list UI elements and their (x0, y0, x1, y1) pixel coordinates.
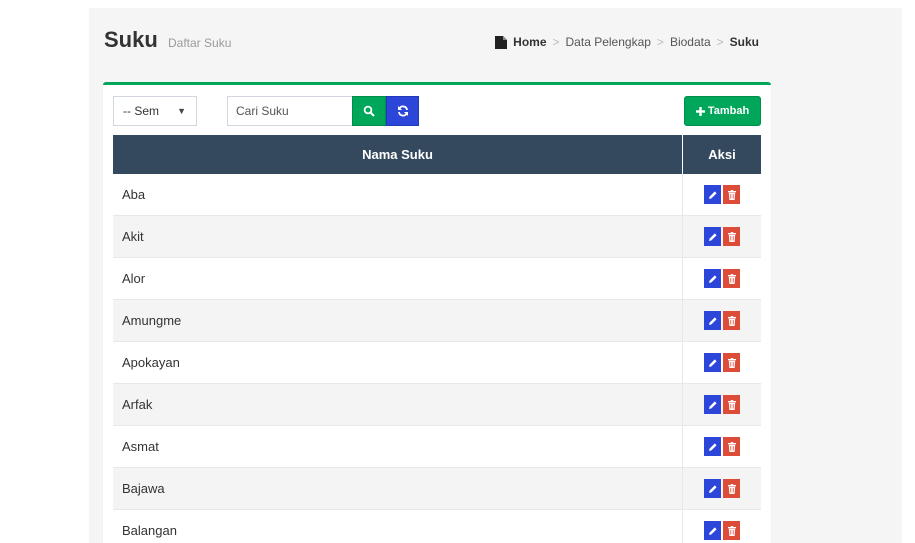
search-input[interactable]: Cari Suku (227, 96, 353, 126)
pencil-icon (708, 358, 717, 367)
trash-icon (727, 441, 736, 452)
pencil-icon (708, 442, 717, 451)
suku-table: Nama Suku Aksi Aba Akit Alor Amungme Apo… (113, 135, 761, 543)
plus-icon (695, 106, 705, 116)
caret-down-icon: ▼ (177, 106, 186, 116)
column-header-nama-suku[interactable]: Nama Suku (113, 135, 683, 174)
action-cell (683, 468, 761, 509)
trash-icon (727, 357, 736, 368)
suku-name-cell: Aba (113, 174, 683, 215)
edit-button[interactable] (704, 479, 721, 498)
table-row: Asmat (113, 426, 761, 468)
delete-button[interactable] (723, 479, 740, 498)
edit-button[interactable] (704, 395, 721, 414)
breadcrumb-data-pelengkap[interactable]: Data Pelengkap (566, 35, 651, 49)
action-cell (683, 426, 761, 467)
edit-button[interactable] (704, 437, 721, 456)
trash-icon (727, 231, 736, 242)
column-header-aksi: Aksi (708, 147, 736, 162)
delete-button[interactable] (723, 311, 740, 330)
delete-button[interactable] (723, 269, 740, 288)
refresh-button[interactable] (386, 96, 419, 126)
pencil-icon (708, 232, 717, 241)
pencil-icon (708, 190, 717, 199)
delete-button[interactable] (723, 227, 740, 246)
refresh-icon (397, 105, 409, 117)
suku-box: -- Sem ▼ Cari Suku Tambah Nama Suku Aksi (103, 82, 771, 543)
delete-button[interactable] (723, 395, 740, 414)
suku-name-cell: Alor (113, 258, 683, 299)
edit-button[interactable] (704, 353, 721, 372)
action-cell (683, 300, 761, 341)
action-cell (683, 342, 761, 383)
suku-name-cell: Akit (113, 216, 683, 257)
table-row: Apokayan (113, 342, 761, 384)
trash-icon (727, 273, 736, 284)
suku-name-cell: Amungme (113, 300, 683, 341)
edit-button[interactable] (704, 311, 721, 330)
trash-icon (727, 525, 736, 536)
edit-button[interactable] (704, 227, 721, 246)
page-header: Suku Daftar Suku Home > Data Pelengkap >… (104, 27, 759, 55)
page-subtitle: Daftar Suku (168, 36, 232, 50)
table-row: Aba (113, 174, 761, 216)
pencil-icon (708, 274, 717, 283)
table-header: Nama Suku Aksi (113, 135, 761, 174)
edit-button[interactable] (704, 521, 721, 540)
edit-button[interactable] (704, 269, 721, 288)
semester-select[interactable]: -- Sem ▼ (113, 96, 197, 126)
delete-button[interactable] (723, 185, 740, 204)
action-cell (683, 174, 761, 215)
edit-button[interactable] (704, 185, 721, 204)
delete-button[interactable] (723, 437, 740, 456)
table-row: Balangan (113, 510, 761, 543)
suku-name-cell: Asmat (113, 426, 683, 467)
table-row: Akit (113, 216, 761, 258)
toolbar: -- Sem ▼ Cari Suku Tambah (113, 96, 761, 126)
breadcrumb: Home > Data Pelengkap > Biodata > Suku (495, 35, 759, 49)
action-cell (683, 258, 761, 299)
breadcrumb-separator: > (656, 35, 664, 49)
add-button-label: Tambah (707, 105, 750, 117)
suku-name-cell: Balangan (113, 510, 683, 543)
breadcrumb-separator: > (552, 35, 560, 49)
breadcrumb-active: Suku (729, 35, 759, 49)
trash-icon (727, 483, 736, 494)
add-button[interactable]: Tambah (684, 96, 761, 126)
table-row: Amungme (113, 300, 761, 342)
semester-select-value: -- Sem (123, 104, 159, 118)
pencil-icon (708, 316, 717, 325)
table-body: Aba Akit Alor Amungme Apokayan Arfak Asm… (113, 174, 761, 543)
table-row: Arfak (113, 384, 761, 426)
breadcrumb-separator: > (716, 35, 724, 49)
delete-button[interactable] (723, 353, 740, 372)
trash-icon (727, 189, 736, 200)
suku-name-cell: Bajawa (113, 468, 683, 509)
pencil-icon (708, 484, 717, 493)
action-cell (683, 216, 761, 257)
action-cell (683, 510, 761, 543)
breadcrumb-biodata[interactable]: Biodata (670, 35, 711, 49)
table-row: Bajawa (113, 468, 761, 510)
table-row: Alor (113, 258, 761, 300)
trash-icon (727, 399, 736, 410)
trash-icon (727, 315, 736, 326)
delete-button[interactable] (723, 521, 740, 540)
file-icon (495, 35, 508, 49)
action-cell (683, 384, 761, 425)
page-title: Suku (104, 27, 158, 52)
pencil-icon (708, 526, 717, 535)
breadcrumb-home[interactable]: Home (513, 35, 546, 49)
suku-name-cell: Apokayan (113, 342, 683, 383)
search-placeholder: Cari Suku (236, 104, 289, 118)
suku-name-cell: Arfak (113, 384, 683, 425)
search-button[interactable] (352, 96, 386, 126)
search-icon (363, 105, 375, 117)
pencil-icon (708, 400, 717, 409)
